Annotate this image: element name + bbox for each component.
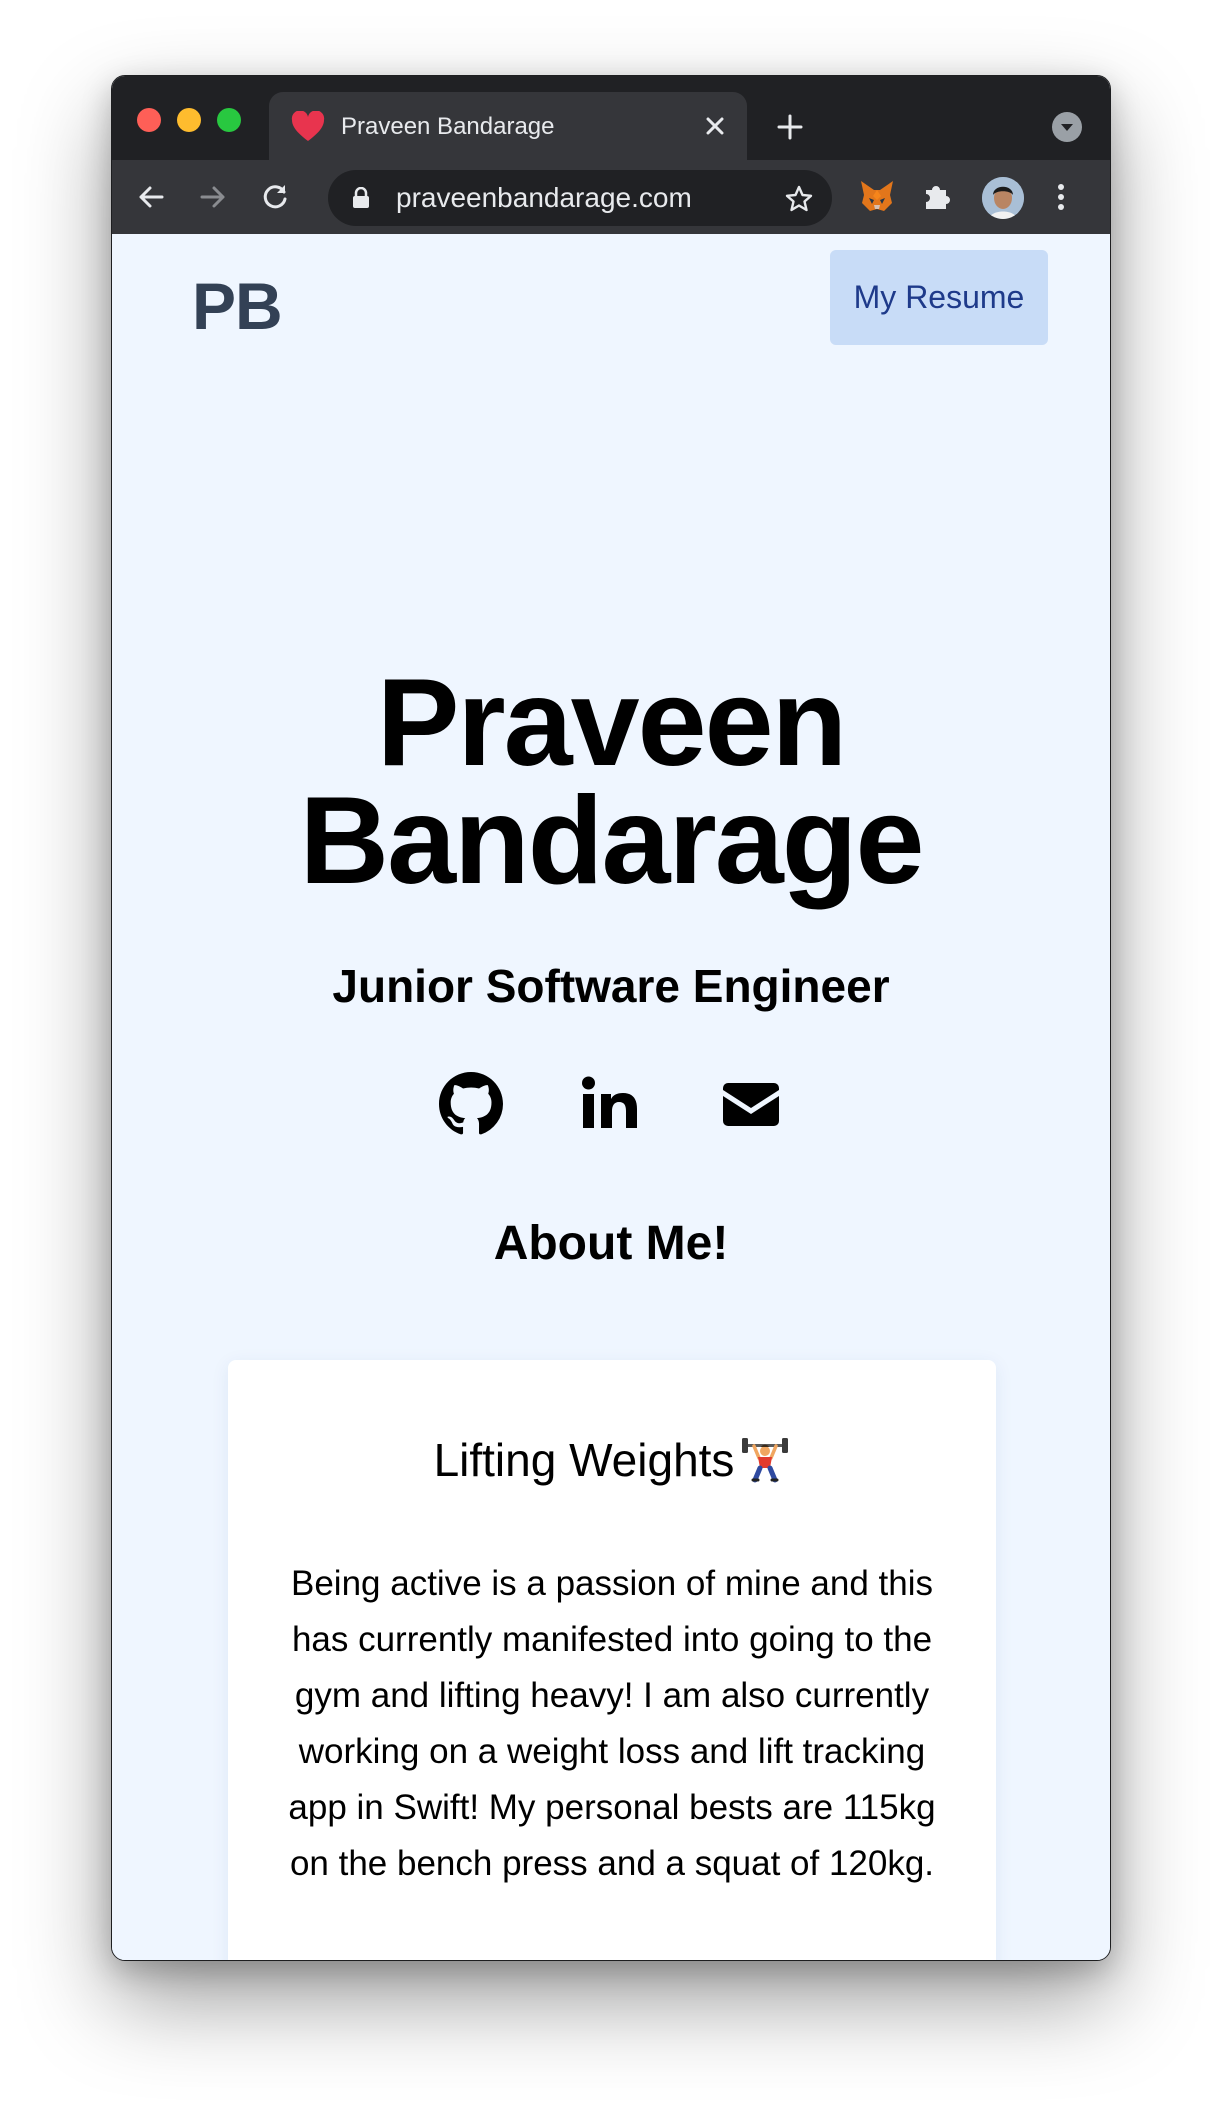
minimize-window-button[interactable] — [177, 108, 201, 132]
close-window-button[interactable] — [137, 108, 161, 132]
site-logo[interactable]: PB — [192, 266, 283, 346]
social-links — [112, 1072, 1110, 1138]
browser-toolbar: praveenbandarage.com — [112, 160, 1110, 234]
hero-name-line2: Bandarage — [299, 772, 925, 910]
avatar[interactable] — [982, 177, 1024, 219]
page-content: PB My Resume Praveen Bandarage Junior So… — [112, 234, 1110, 1960]
browser-window: Praveen Bandarage praveenbandarage.com P… — [111, 75, 1111, 1961]
tab-active[interactable]: Praveen Bandarage — [269, 92, 747, 160]
close-icon[interactable] — [701, 112, 729, 140]
about-heading: About Me! — [493, 1217, 729, 1270]
about-card: Lifting Weights Being active is a passio… — [228, 1360, 996, 1960]
maximize-window-button[interactable] — [217, 108, 241, 132]
job-title: Junior Software Engineer — [332, 960, 890, 1012]
weightlifter-emoji-icon — [742, 1438, 789, 1483]
address-bar[interactable]: praveenbandarage.com — [328, 170, 832, 226]
profile-picture — [982, 177, 1024, 219]
github-icon[interactable] — [439, 1072, 503, 1136]
puzzle-icon[interactable] — [920, 179, 954, 213]
card-body: Being active is a passion of mine and th… — [288, 1564, 936, 1883]
my-resume-button[interactable]: My Resume — [830, 250, 1048, 345]
url-text[interactable]: praveenbandarage.com — [396, 183, 692, 213]
hero-name: Praveen Bandarage — [112, 661, 1110, 903]
reload-icon[interactable] — [258, 180, 292, 214]
envelope-icon[interactable] — [719, 1072, 783, 1136]
arrow-left-icon[interactable] — [134, 180, 168, 214]
card-title-text: Lifting Weights — [433, 1434, 735, 1486]
vertical-dots-icon[interactable] — [1046, 180, 1076, 214]
lock-icon[interactable] — [352, 187, 370, 209]
tab-strip: Praveen Bandarage — [112, 76, 1110, 160]
tab-search-button[interactable] — [1052, 112, 1082, 142]
star-icon[interactable] — [784, 184, 814, 214]
linkedin-icon[interactable] — [579, 1072, 643, 1136]
metamask-fox-icon[interactable] — [858, 178, 896, 214]
tab-title: Praveen Bandarage — [341, 113, 555, 140]
arrow-right-icon[interactable] — [196, 180, 230, 214]
heart-icon — [291, 111, 325, 141]
chevron-down-icon — [1061, 124, 1073, 131]
plus-icon[interactable] — [775, 112, 805, 142]
card-title: Lifting Weights — [228, 1432, 996, 1488]
